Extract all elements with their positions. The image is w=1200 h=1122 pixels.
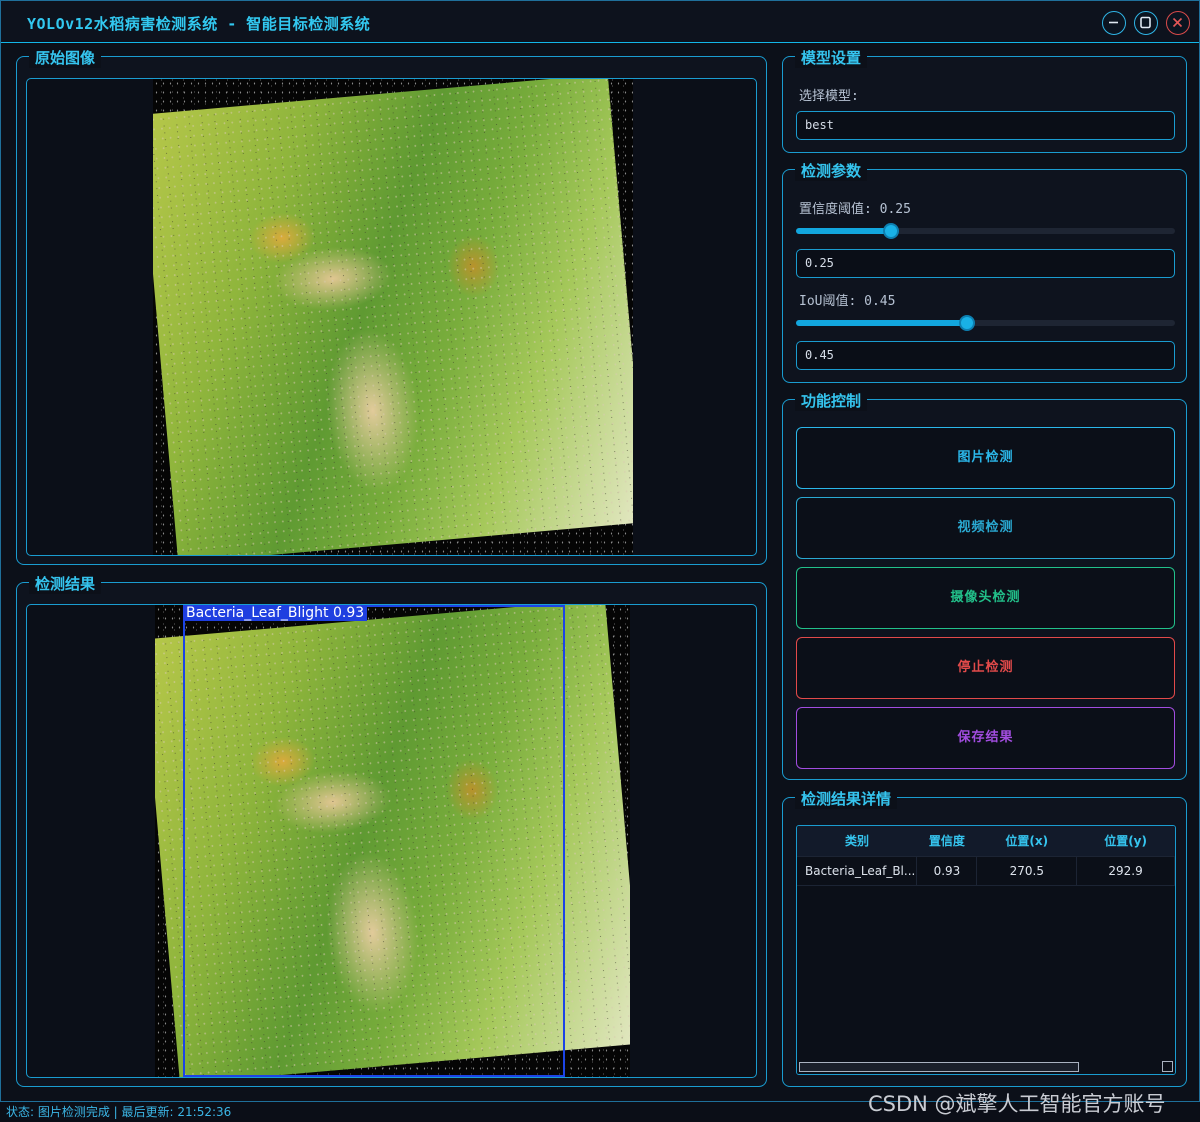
function-controls-panel: 功能控制 图片检测 视频检测 摄像头检测 停止检测 保存结果 [782, 390, 1187, 780]
maximize-button[interactable] [1134, 11, 1158, 35]
iou-label: IoU阈值: 0.45 [799, 294, 896, 309]
function-controls-title: 功能控制 [795, 390, 868, 411]
detection-params-panel: 检测参数 置信度阈值: 0.25 0.25 IoU阈值: 0.45 0.45 [782, 160, 1187, 383]
confidence-slider-handle[interactable] [882, 223, 899, 239]
save-result-button[interactable]: 保存结果 [796, 707, 1175, 769]
detection-params-title: 检测参数 [795, 160, 868, 181]
original-image-view [26, 78, 757, 556]
confidence-label: 置信度阈值: 0.25 [799, 202, 911, 217]
close-button[interactable] [1166, 11, 1190, 35]
result-leaf-image: Bacteria_Leaf_Blight 0.93 [155, 605, 630, 1077]
camera-detect-button[interactable]: 摄像头检测 [796, 567, 1175, 629]
scrollbar-end-handle[interactable] [1162, 1061, 1173, 1072]
results-table: 类别 置信度 位置(x) 位置(y) Bacteria_Leaf_Bl... 0… [797, 826, 1175, 886]
scrollbar-thumb[interactable] [799, 1062, 1079, 1072]
cell-confidence: 0.93 [916, 856, 978, 886]
detection-bounding-box: Bacteria_Leaf_Blight 0.93 [183, 605, 565, 1077]
minimize-button[interactable] [1102, 11, 1126, 35]
detection-result-panel: 检测结果 Bacteria_Leaf_Blight 0.93 [16, 573, 767, 1087]
watermark: CSDN @斌擎人工智能官方账号 [868, 1092, 1166, 1116]
detection-result-title: 检测结果 [29, 573, 102, 594]
column-header-y[interactable]: 位置(y) [1076, 826, 1175, 857]
confidence-input[interactable]: 0.25 [796, 249, 1175, 278]
select-model-label: 选择模型: [799, 89, 859, 104]
iou-slider[interactable] [796, 315, 1175, 331]
iou-slider-handle[interactable] [958, 315, 975, 331]
cell-y: 292.9 [1076, 856, 1175, 886]
table-row[interactable]: Bacteria_Leaf_Bl... 0.93 270.5 292.9 [797, 856, 1175, 886]
app-window: YOLOv12水稻病害检测系统 - 智能目标检测系统 原始图像 检测结果 Bac… [0, 0, 1200, 1102]
results-table-container[interactable]: 类别 置信度 位置(x) 位置(y) Bacteria_Leaf_Bl... 0… [796, 825, 1176, 1075]
cell-x: 270.5 [976, 856, 1078, 886]
window-title: YOLOv12水稻病害检测系统 - 智能目标检测系统 [27, 15, 371, 33]
results-detail-title: 检测结果详情 [795, 788, 898, 809]
image-detect-button[interactable]: 图片检测 [796, 427, 1175, 489]
results-detail-panel: 检测结果详情 类别 置信度 位置(x) 位置(y) Bacteria_Leaf_… [782, 788, 1187, 1087]
column-header-x[interactable]: 位置(x) [976, 826, 1077, 857]
iou-input[interactable]: 0.45 [796, 341, 1175, 370]
maximize-icon [1140, 16, 1151, 29]
model-settings-panel: 模型设置 选择模型: best [782, 47, 1187, 153]
close-icon [1172, 17, 1183, 28]
title-bar: YOLOv12水稻病害检测系统 - 智能目标检测系统 [1, 1, 1199, 43]
original-image-panel: 原始图像 [16, 47, 767, 565]
video-detect-button[interactable]: 视频检测 [796, 497, 1175, 559]
detection-label: Bacteria_Leaf_Blight 0.93 [183, 605, 368, 621]
column-header-class[interactable]: 类别 [797, 826, 917, 857]
horizontal-scrollbar[interactable] [797, 1060, 1175, 1074]
cell-class: Bacteria_Leaf_Bl... [797, 856, 918, 886]
detection-result-view: Bacteria_Leaf_Blight 0.93 [26, 604, 757, 1078]
minimize-icon [1109, 21, 1118, 24]
original-leaf-image [153, 79, 633, 555]
model-settings-title: 模型设置 [795, 47, 868, 68]
original-image-title: 原始图像 [29, 47, 102, 68]
model-select[interactable]: best [796, 111, 1175, 140]
confidence-slider[interactable] [796, 223, 1175, 239]
stop-detect-button[interactable]: 停止检测 [796, 637, 1175, 699]
column-header-confidence[interactable]: 置信度 [916, 826, 977, 857]
